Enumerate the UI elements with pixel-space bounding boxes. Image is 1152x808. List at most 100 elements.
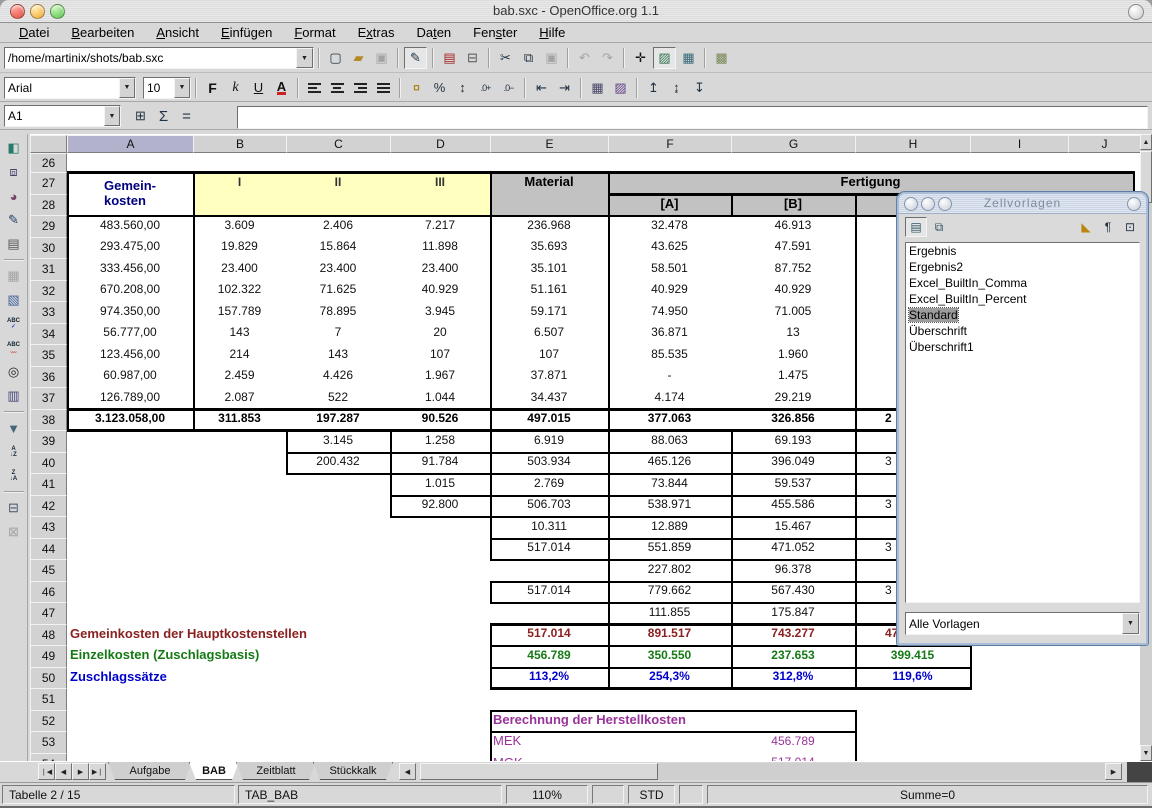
zoom-field[interactable]: 110%	[506, 785, 588, 804]
new-style-icon[interactable]: ¶	[1098, 218, 1118, 236]
cell-E42[interactable]: 506.703	[490, 495, 608, 517]
hscroll-left-icon[interactable]: ◀	[399, 763, 416, 780]
row-header-54[interactable]: 54	[30, 753, 67, 762]
cell-E46[interactable]: 517.014	[490, 581, 608, 603]
bold-icon[interactable]: F	[202, 78, 223, 98]
panel-title-bar[interactable]: Zellvorlagen	[899, 194, 1146, 214]
cell-G53[interactable]: 456.789	[731, 731, 855, 753]
row-header-51[interactable]: 51	[30, 688, 67, 711]
cell-E31[interactable]: 35.101	[490, 258, 608, 280]
spellcheck-icon[interactable]: ABC✓	[3, 313, 25, 335]
align-justify-icon[interactable]	[373, 78, 394, 98]
decrease-indent-icon[interactable]: ⇤	[531, 78, 552, 98]
open-folder-icon[interactable]: ▰	[348, 48, 369, 68]
cell-D42[interactable]: 92.800	[390, 495, 490, 517]
cell-G29[interactable]: 46.913	[731, 215, 855, 237]
cell-F34[interactable]: 36.871	[608, 323, 731, 345]
cell-D39[interactable]: 1.258	[390, 430, 490, 452]
row-header-32[interactable]: 32	[30, 280, 67, 303]
valign-bottom-icon[interactable]: ↧	[689, 78, 710, 98]
column-header-A[interactable]: A	[67, 135, 194, 153]
copy-icon[interactable]: ⧉	[518, 48, 539, 68]
cell-F29[interactable]: 32.478	[608, 215, 731, 237]
cell-E30[interactable]: 35.693	[490, 237, 608, 259]
menu-ansicht[interactable]: Ansicht	[145, 24, 210, 41]
cell-E32[interactable]: 51.161	[490, 280, 608, 302]
column-header-H[interactable]: H	[855, 135, 971, 153]
cell-G32[interactable]: 40.929	[731, 280, 855, 302]
row-header-43[interactable]: 43	[30, 516, 67, 539]
sort-descending-icon[interactable]: Z↓A	[3, 465, 25, 487]
ungroup-icon[interactable]: ⊠	[3, 521, 25, 543]
formula-input-line[interactable]	[237, 106, 1148, 129]
cell-F42[interactable]: 538.971	[608, 495, 731, 517]
cell-E29[interactable]: 236.968	[490, 215, 608, 237]
function-wizard-icon[interactable]: ⊞	[130, 106, 151, 126]
font-name-combo[interactable]: ▼	[4, 77, 136, 99]
menu-bearbeiten[interactable]: Bearbeiten	[60, 24, 145, 41]
background-color-icon[interactable]: ▨	[610, 78, 631, 98]
style-item-ergebnis[interactable]: Ergebnis	[906, 243, 1139, 259]
row-header-28[interactable]: 28	[30, 194, 67, 217]
cell-A37[interactable]: 126.789,00	[67, 387, 193, 409]
gallery-icon[interactable]: ▦	[678, 48, 699, 68]
cell-A34[interactable]: 56.777,00	[67, 323, 193, 345]
group-icon[interactable]: ⊟	[3, 497, 25, 519]
cut-icon[interactable]: ✂	[495, 48, 516, 68]
cell-A27[interactable]: Gemein- kosten	[67, 172, 193, 215]
cell-D37[interactable]: 1.044	[390, 387, 490, 409]
sheet-tab-zeitblatt[interactable]: Zeitblatt	[236, 762, 316, 780]
cell-C40[interactable]: 200.432	[286, 452, 390, 474]
cell-D32[interactable]: 40.929	[390, 280, 490, 302]
cell-F43[interactable]: 12.889	[608, 516, 731, 538]
hscroll-thumb[interactable]	[420, 763, 658, 780]
font-size-input[interactable]	[144, 80, 174, 96]
cell-F33[interactable]: 74.950	[608, 301, 731, 323]
redo-icon[interactable]: ↷	[597, 48, 618, 68]
title-bar[interactable]: bab.sxc - OpenOffice.org 1.1	[0, 0, 1152, 23]
menu-daten[interactable]: Daten	[405, 24, 462, 41]
cell-G35[interactable]: 1.960	[731, 344, 855, 366]
cell-F40[interactable]: 465.126	[608, 452, 731, 474]
print-icon[interactable]: ⊟	[462, 48, 483, 68]
cell-G47[interactable]: 175.847	[731, 602, 855, 624]
menu-hilfe[interactable]: Hilfe	[528, 24, 576, 41]
form-functions-icon[interactable]: ▤	[3, 233, 25, 255]
cell-F50[interactable]: 254,3%	[608, 667, 731, 689]
cell-A38[interactable]: 3.123.058,00	[67, 409, 193, 431]
autospellcheck-icon[interactable]: ABC﹏	[3, 337, 25, 359]
cell-G49[interactable]: 237.653	[731, 645, 855, 667]
export-pdf-icon[interactable]: ▤	[439, 48, 460, 68]
cell-F32[interactable]: 40.929	[608, 280, 731, 302]
style-item-ergebnis2[interactable]: Ergebnis2	[906, 259, 1139, 275]
row-header-38[interactable]: 38	[30, 409, 67, 432]
row-header-53[interactable]: 53	[30, 731, 67, 754]
cell-G41[interactable]: 59.537	[731, 473, 855, 495]
cell-B38[interactable]: 311.853	[193, 409, 286, 431]
url-combo[interactable]: ▼	[4, 47, 314, 69]
cell-G54[interactable]: 517.014	[731, 753, 855, 762]
number-percent-icon[interactable]: %	[429, 78, 450, 98]
panel-help-icon[interactable]	[1127, 197, 1141, 211]
style-filter-input[interactable]	[906, 616, 1122, 632]
choose-themes-icon[interactable]: ▧	[3, 289, 25, 311]
cell-D27[interactable]: III	[390, 172, 490, 194]
navigator-icon[interactable]: ✛	[630, 48, 651, 68]
picture-icon[interactable]: ▩	[711, 48, 732, 68]
cell-F31[interactable]: 58.501	[608, 258, 731, 280]
column-header-G[interactable]: G	[731, 135, 856, 153]
cell-F44[interactable]: 551.859	[608, 538, 731, 560]
add-decimal-icon[interactable]: .0+	[475, 78, 496, 98]
cell-D34[interactable]: 20	[390, 323, 490, 345]
cell-G40[interactable]: 396.049	[731, 452, 855, 474]
row-header-27[interactable]: 27	[30, 172, 67, 195]
cell-D38[interactable]: 90.526	[390, 409, 490, 431]
cell-D40[interactable]: 91.784	[390, 452, 490, 474]
row-header-34[interactable]: 34	[30, 323, 67, 346]
sheet-tab-stückkalk[interactable]: Stückkalk	[313, 762, 393, 780]
page-styles-icon[interactable]: ⧉	[929, 218, 949, 236]
row-header-26[interactable]: 26	[30, 153, 67, 173]
toolbar-toggle-button[interactable]	[1128, 4, 1144, 20]
row-header-35[interactable]: 35	[30, 344, 67, 367]
select-all-corner[interactable]	[30, 135, 67, 153]
